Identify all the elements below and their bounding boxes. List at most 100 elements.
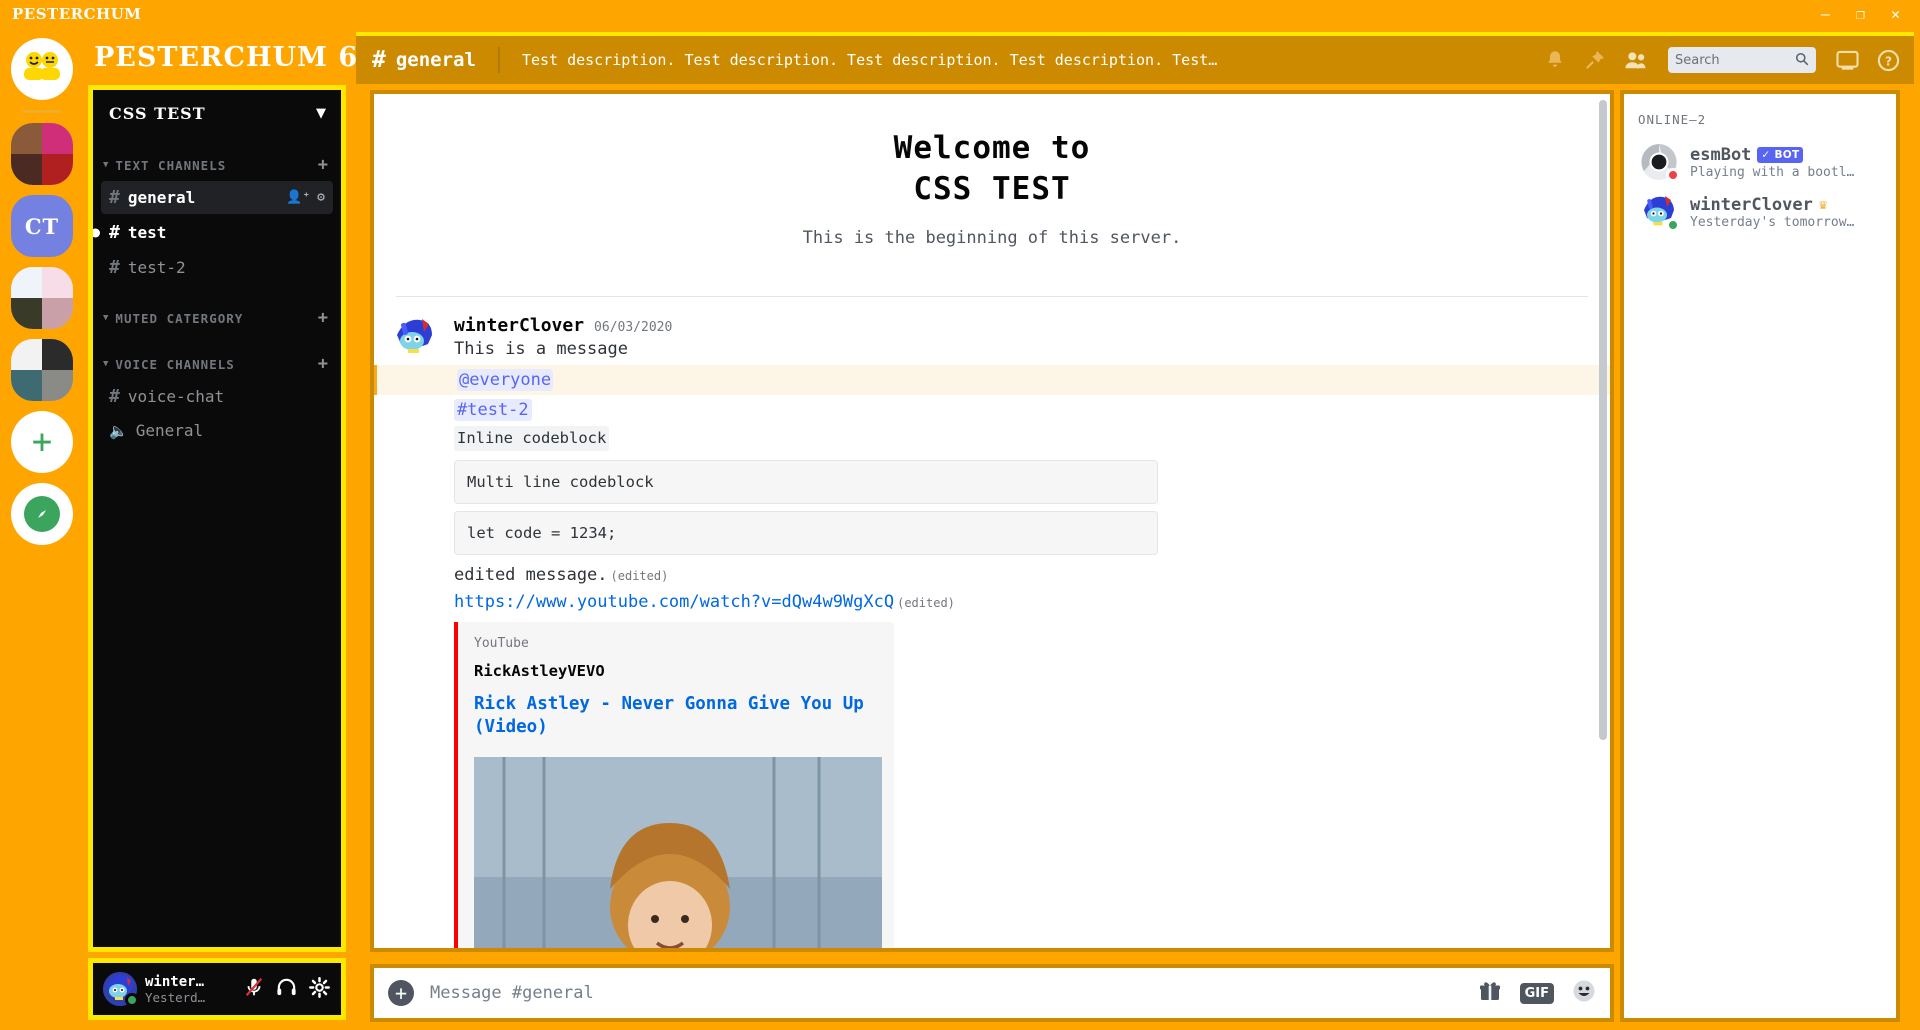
mic-muted-icon[interactable] [243,976,265,1002]
server-icon-ct[interactable]: CT [11,195,73,257]
channel-mention[interactable]: #test-2 [454,399,532,422]
create-invite-icon[interactable]: 👤⁺ [286,190,310,205]
avatar[interactable] [1640,143,1680,182]
channel-topic: Test description. Test description. Test… [521,51,1222,69]
bell-icon[interactable] [1544,49,1566,71]
edited-tag: (edited) [897,596,955,611]
server-icon-1[interactable] [11,123,73,185]
header-actions: Search ? [1544,47,1900,73]
close-button[interactable]: ✕ [1891,6,1900,22]
explore-servers-button[interactable] [11,483,73,545]
members-icon[interactable] [1624,49,1648,71]
status-badge: ✓ BOT [1757,146,1804,163]
embed-title[interactable]: Rick Astley - Never Gonna Give You Up (V… [474,693,878,739]
category-voice-channels[interactable]: ▼ VOICE CHANNELS + [93,332,341,378]
channel-header: # general Test description. Test descrip… [356,32,1914,84]
message-list: Welcome to CSS TEST This is the beginnin… [370,90,1614,952]
member-status: Playing with a bootl… [1690,164,1855,180]
composer-actions: GIF [1478,979,1596,1007]
everyone-mention[interactable]: @everyone [457,369,554,392]
member-name: winterClover [1690,194,1813,215]
channel-label: test-2 [127,258,186,277]
add-server-button[interactable]: + [11,411,73,473]
message-author[interactable]: winterClover [454,315,584,336]
code-block-2: let code = 1234; [454,511,1158,556]
list-item[interactable]: esmBot ✓ BOT Playing with a bootl… [1638,137,1882,187]
sidebar-item-general-voice[interactable]: 🔈 General [101,415,333,446]
avatar[interactable] [1640,193,1680,232]
emoji-icon[interactable] [1572,979,1596,1007]
chevron-down-icon: ▼ [316,106,327,121]
sidebar-item-test-2[interactable]: # test-2 [101,251,333,284]
maximize-button[interactable]: ❐ [1856,6,1865,22]
chevron-down-icon: ▼ [103,359,110,369]
attach-button[interactable]: + [388,980,414,1006]
add-channel-icon[interactable]: + [318,354,329,374]
chat-area: Welcome to CSS TEST This is the beginnin… [356,84,1914,1022]
headset-icon[interactable] [275,976,298,1003]
channel-label: general [127,188,196,207]
user-panel[interactable]: winter… Yesterd… [88,958,346,1020]
message-input[interactable]: Message #general [414,983,1478,1003]
message-text-plain: This is a message [454,339,628,360]
search-input[interactable]: Search [1668,47,1816,73]
help-icon[interactable]: ? [1877,49,1900,72]
server-header-dropdown[interactable]: CSS TEST ▼ [93,90,341,137]
member-list-section-label: ONLINE—2 [1638,112,1707,127]
channel-title: # general [372,47,476,73]
speaker-icon: 🔈 [109,421,128,440]
avatar[interactable] [103,972,139,1007]
avatar[interactable] [392,315,438,362]
gif-button[interactable]: GIF [1519,982,1554,1004]
add-channel-icon[interactable]: + [318,308,329,328]
list-item[interactable]: winterClover ♛ Yesterday's tomorrow… [1638,187,1882,237]
member-info: esmBot ✓ BOT Playing with a bootl… [1690,145,1880,180]
message-channel-mention-row: #test-2 [454,397,1592,424]
member-status: Yesterday's tomorrow… [1690,214,1855,230]
embed-thumbnail[interactable] [474,756,882,948]
message-link[interactable]: https://www.youtube.com/watch?v=dQw4w9Wg… [454,592,894,612]
user-panel-controls [243,976,331,1003]
server-rail: CT + [0,28,84,1030]
member-name: esmBot [1690,144,1752,165]
sidebar-item-general[interactable]: # general 👤⁺ ⚙ [101,181,333,214]
message-scroll[interactable]: Welcome to CSS TEST This is the beginnin… [374,94,1610,948]
user-name: winter… [145,973,205,990]
message-edited-row: edited message. (edited) [454,562,1592,589]
youtube-embed[interactable]: YouTube RickAstleyVEVO Rick Astley - Nev… [454,622,894,948]
inbox-icon[interactable] [1836,50,1859,71]
message-header: winterClover 06/03/2020 [454,315,1592,336]
category-label: TEXT CHANNELS [115,157,227,173]
message-edited-text: edited message. [454,565,608,586]
app-brand-title: PESTERCHUM 6.0 [94,42,389,73]
sidebar-item-test[interactable]: # test [93,216,333,249]
message-link-row: https://www.youtube.com/watch?v=dQw4w9Wg… [454,589,1592,616]
edit-channel-gear-icon[interactable]: ⚙ [317,190,325,205]
rail-divider [22,110,62,113]
channel-label: test [127,223,167,242]
category-text-channels[interactable]: ▼ TEXT CHANNELS + [93,145,341,179]
add-channel-icon[interactable]: + [318,155,329,175]
sidebar-item-voice-chat[interactable]: # voice-chat [101,380,333,413]
embed-author[interactable]: RickAstleyVEVO [474,662,878,680]
pin-icon[interactable] [1584,49,1606,71]
gear-icon[interactable] [308,976,331,1003]
message-scrollbar[interactable] [1599,100,1607,740]
message-composer[interactable]: + Message #general GIF [370,964,1614,1022]
server-icon-3[interactable] [11,267,73,329]
gift-icon[interactable] [1478,979,1502,1007]
member-info: winterClover ♛ Yesterday's tomorrow… [1690,195,1880,230]
search-icon [1795,51,1809,70]
code-block-1: Multi line codeblock [454,460,1158,505]
hash-icon: # [109,257,120,278]
user-status: Yesterd… [145,989,206,1005]
home-button[interactable] [11,38,73,100]
svg-text:?: ? [1885,53,1892,68]
minimize-button[interactable]: – [1821,6,1830,22]
server-icon-4[interactable] [11,339,73,401]
category-muted[interactable]: ▼ MUTED CATERGORY + [93,286,341,332]
channel-list[interactable]: ▼ TEXT CHANNELS + # general 👤⁺ ⚙ # test [93,137,341,947]
main-column: # general Test description. Test descrip… [356,28,1920,1030]
member-list: ONLINE—2 esmBot ✓ BOT Playing with a boo… [1620,90,1900,1022]
status-dot-online [1666,218,1680,232]
